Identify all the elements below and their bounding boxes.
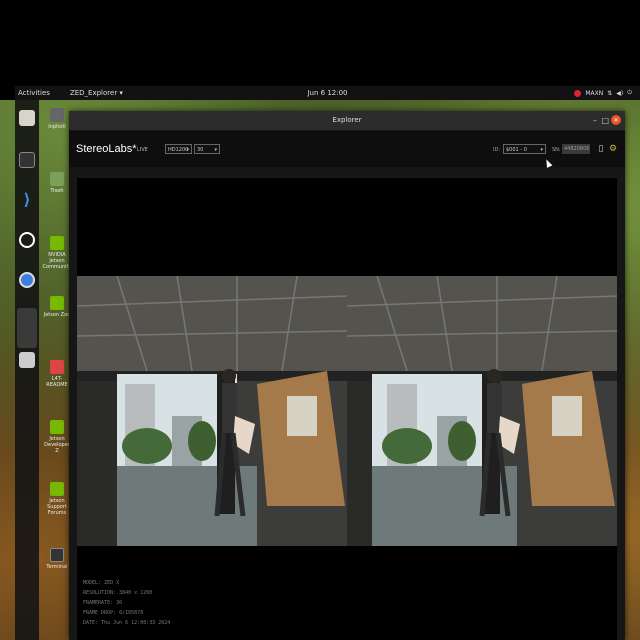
gear-icon[interactable]: ⚙ bbox=[608, 144, 618, 154]
right-camera-view bbox=[347, 276, 617, 546]
info-date: DATE: Thu Jun 6 12:00:33 2024 bbox=[83, 620, 171, 626]
sn-label: SN: bbox=[552, 147, 561, 153]
nvidia-icon bbox=[50, 296, 64, 310]
vscode-icon[interactable]: ⟩ bbox=[19, 192, 35, 208]
power-mode-label: MAXN bbox=[585, 89, 604, 97]
obs-icon[interactable] bbox=[19, 232, 35, 248]
desktop-icon-nvidia-community[interactable]: NVIDIA Jetson Community bbox=[42, 236, 72, 270]
window-titlebar[interactable]: Explorer – □ × bbox=[69, 111, 625, 130]
chevron-down-icon: ▾ bbox=[540, 147, 543, 153]
chevron-down-icon: ▾ bbox=[214, 147, 217, 153]
record-toggle-icon[interactable]: ▯ bbox=[596, 144, 606, 154]
files-icon[interactable] bbox=[19, 110, 35, 126]
camera-id-select[interactable]: $001 - 0 ▾ bbox=[503, 144, 546, 154]
video-viewport: MODEL: ZED X RESOLUTION: 3840 x 1200 FRA… bbox=[77, 178, 617, 640]
power-icon: ⏻ bbox=[627, 89, 632, 96]
brand-logo: StereoLabs* bbox=[76, 143, 137, 155]
chevron-down-icon: ▾ bbox=[186, 147, 189, 153]
system-top-bar: Activities ZED_Explorer ▾ Jun 6 12:00 MA… bbox=[15, 86, 640, 100]
info-frame-drop: FRAME DROP: 0/105878 bbox=[83, 610, 144, 616]
folder-icon bbox=[50, 360, 64, 374]
home-folder-icon bbox=[50, 108, 64, 122]
terminal-icon[interactable] bbox=[19, 152, 35, 168]
info-resolution: RESOLUTION: 3840 x 1200 bbox=[83, 590, 153, 596]
terminal-icon bbox=[50, 548, 64, 562]
maximize-button[interactable]: □ bbox=[601, 111, 609, 130]
desktop-icon-jetson-zoo[interactable]: Jetson Zoo bbox=[42, 296, 72, 318]
id-label: ID: bbox=[493, 147, 501, 153]
volume-icon: ◀) bbox=[616, 89, 624, 97]
desktop-icon-l4t-readme[interactable]: L4T-README bbox=[42, 360, 72, 388]
desktop-icon-jetson-developer[interactable]: Jetson Developer Z bbox=[42, 420, 72, 454]
dock: ⟩ bbox=[15, 100, 39, 640]
explorer-active-icon[interactable] bbox=[17, 308, 37, 348]
left-camera-view bbox=[77, 276, 347, 546]
camera-info-panel: MODEL: ZED X RESOLUTION: 3840 x 1200 FRA… bbox=[83, 578, 170, 628]
desktop-icon-inphoti[interactable]: Inphoti bbox=[42, 108, 72, 130]
record-icon bbox=[574, 89, 582, 97]
chromium-icon[interactable] bbox=[19, 272, 35, 288]
clock[interactable]: Jun 6 12:00 bbox=[15, 89, 640, 97]
trash-icon bbox=[50, 172, 64, 186]
info-model: MODEL: ZED X bbox=[83, 580, 120, 586]
desktop-icon-jetson-support[interactable]: Jetson Support Forums bbox=[42, 482, 72, 516]
network-icon: ⇅ bbox=[607, 89, 613, 97]
system-tray[interactable]: MAXN ⇅ ◀) ⏻ bbox=[574, 86, 632, 100]
info-framerate: FRAMERATE: 30 bbox=[83, 600, 123, 606]
resolution-select[interactable]: HD1200 ▾ bbox=[165, 144, 192, 154]
right-camera-image bbox=[347, 276, 617, 546]
explorer-window: Explorer – □ × StereoLabs* LIVE HD1200 ▾ … bbox=[69, 111, 625, 640]
serial-number-field[interactable]: 44820806 bbox=[562, 144, 590, 154]
stereo-video-feed bbox=[77, 276, 617, 546]
left-camera-image bbox=[77, 276, 347, 546]
nvidia-icon bbox=[50, 420, 64, 434]
fps-select[interactable]: 30 ▾ bbox=[194, 144, 220, 154]
desktop-icon-terminal[interactable]: Terminal bbox=[42, 548, 72, 570]
explorer-toolbar: StereoLabs* LIVE HD1200 ▾ 30 ▾ ID: $001 - … bbox=[69, 131, 625, 167]
desktop-icon-trash[interactable]: Trash bbox=[42, 172, 72, 194]
nvidia-icon bbox=[50, 482, 64, 496]
window-title: Explorer bbox=[332, 116, 362, 124]
live-label: LIVE bbox=[137, 147, 148, 153]
close-button[interactable]: × bbox=[611, 115, 621, 125]
nvidia-icon bbox=[50, 236, 64, 250]
minimize-button[interactable]: – bbox=[593, 111, 597, 130]
disk-icon[interactable] bbox=[19, 352, 35, 368]
